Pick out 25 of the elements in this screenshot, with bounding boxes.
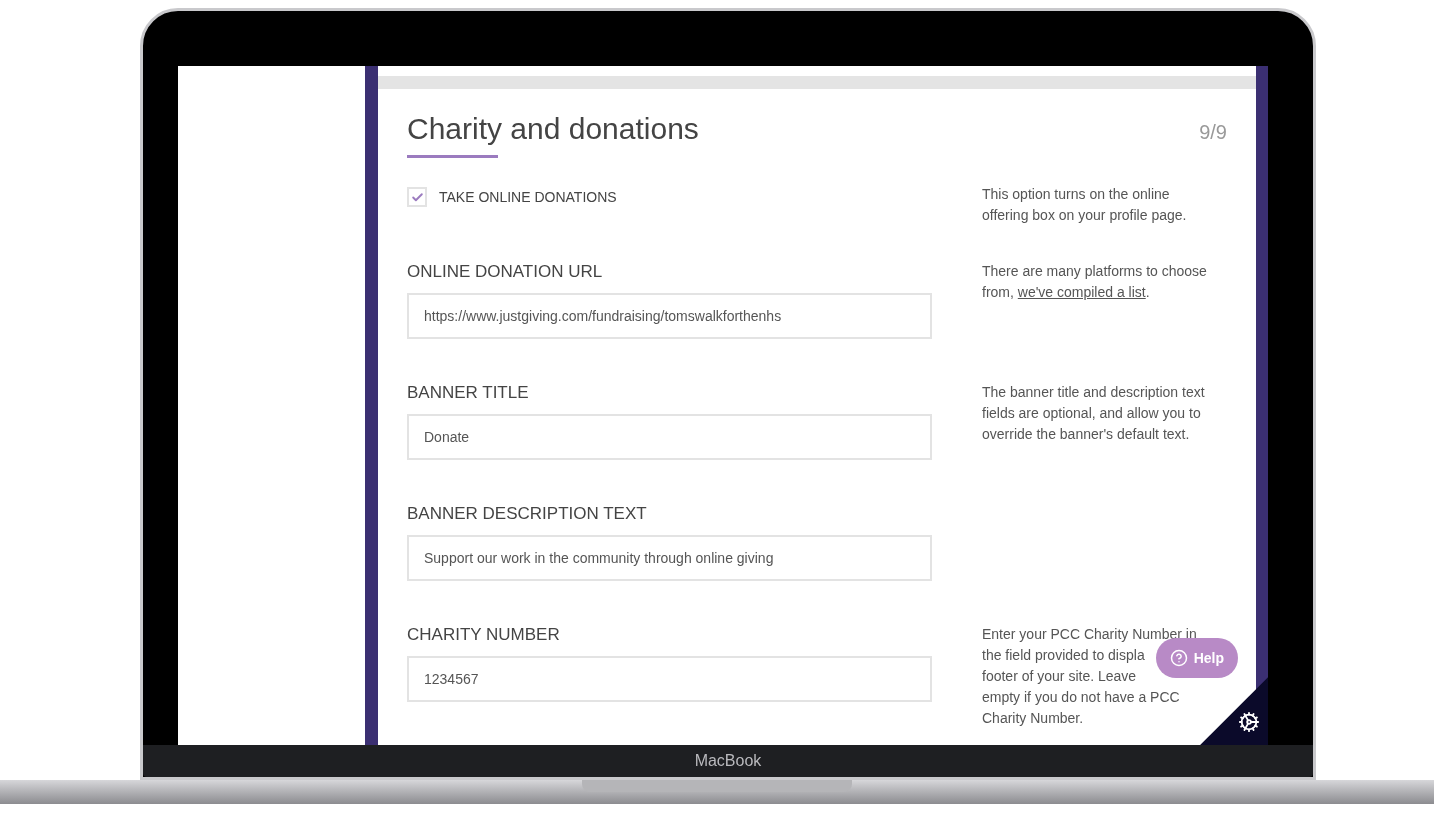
field-label: BANNER DESCRIPTION TEXT — [407, 503, 647, 526]
checkbox-label: TAKE ONLINE DONATIONS — [439, 187, 617, 207]
input-field[interactable]: https://www.justgiving.com/fundraising/tomswalkforthenhs — [407, 293, 932, 340]
help-text: The banner title and description text fields are optional, and allow you to override the banner's default text. — [982, 383, 1206, 445]
help-text: There are many platforms to choose from, we've compiled a list. — [982, 262, 1208, 303]
compiled-list-link[interactable]: we've compiled a list — [1017, 284, 1146, 301]
input-field[interactable]: Donate — [407, 414, 932, 461]
help-text-line: the field provided to displa — [982, 646, 1145, 666]
laptop-brand: MacBook — [694, 751, 762, 772]
checkbox[interactable] — [407, 187, 427, 208]
step-counter: 9/9 — [1199, 120, 1227, 146]
field-label: ONLINE DONATION URL — [407, 261, 603, 284]
gear-icon — [1238, 711, 1260, 734]
input-field[interactable]: 1234567 — [407, 656, 932, 703]
help-text-line: footer of your site. Leave — [982, 667, 1137, 687]
corner-tab[interactable] — [1200, 677, 1268, 746]
help-text: This option turns on the online offering box on your profile page. — [982, 185, 1188, 226]
check-icon — [410, 190, 424, 204]
help-text-line: Charity Number. — [982, 709, 1084, 729]
field-label: CHARITY NUMBER — [407, 624, 560, 647]
help-icon — [1169, 649, 1188, 667]
section-title: Charity and donations — [407, 111, 699, 148]
help-text-line: empty if you do not have a PCC — [982, 688, 1180, 708]
input-field[interactable]: Support our work in the community through online giving — [407, 535, 932, 582]
field-label: BANNER TITLE — [407, 382, 529, 405]
